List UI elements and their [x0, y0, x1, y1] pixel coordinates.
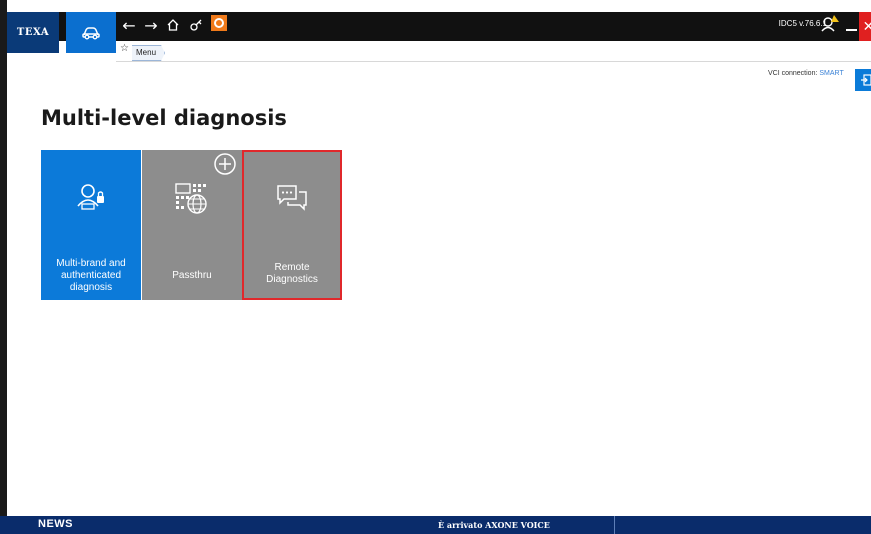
key-icon[interactable] — [187, 15, 205, 35]
vci-label: VCI connection: — [768, 70, 818, 77]
user-alert-icon[interactable] — [820, 14, 840, 34]
tile-label-line: authenticated — [60, 270, 122, 281]
tile-multi-brand-diagnosis[interactable]: Multi-brand and authenticated diagnosis — [41, 150, 141, 300]
forward-arrow-icon[interactable]: → — [142, 15, 160, 35]
app-window: TEXA ← → IDC5 v.76.6.1 ✕ ☆ Menu ↓ — [0, 0, 871, 534]
news-divider — [614, 516, 615, 534]
page-title: Multi-level diagnosis — [41, 106, 287, 130]
minimize-button[interactable] — [845, 14, 857, 34]
favorite-star-icon[interactable]: ☆ — [120, 43, 129, 54]
chat-bubbles-icon — [277, 185, 307, 211]
tile-label: Multi-brand and authenticated diagnosis — [45, 256, 137, 296]
add-circle-icon[interactable] — [213, 152, 237, 176]
news-title: NEWS — [38, 518, 73, 530]
support-icon[interactable] — [211, 15, 227, 31]
breadcrumb — [116, 41, 871, 62]
news-bar — [0, 516, 871, 534]
tile-label: Passthru — [172, 270, 212, 281]
vci-exit-icon — [861, 74, 871, 86]
tile-remote-diagnostics[interactable]: Remote Diagnostics — [242, 150, 342, 300]
user-car-lock-icon — [77, 184, 104, 210]
logo-text: TEXA — [16, 27, 50, 38]
texa-logo[interactable]: TEXA — [7, 12, 59, 53]
back-arrow-icon[interactable]: ← — [120, 15, 138, 35]
tile-label-line: diagnosis — [69, 282, 113, 293]
car-icon — [82, 26, 100, 39]
news-ticker-text[interactable]: È arrivato AXONE VOICE — [438, 520, 550, 530]
vci-value: SMART — [819, 70, 844, 77]
minimize-icon — [845, 29, 857, 31]
network-globe-icon — [175, 183, 207, 214]
vci-connect-button[interactable] — [855, 69, 871, 91]
close-button[interactable]: ✕ — [859, 12, 871, 41]
vehicle-button[interactable] — [66, 12, 116, 53]
tile-label-line: Multi-brand and — [56, 258, 126, 269]
vci-status: VCI connection: SMART — [768, 70, 844, 77]
tile-label: Remote Diagnostics — [266, 262, 318, 285]
breadcrumb-item-menu[interactable]: Menu — [132, 45, 166, 61]
home-icon[interactable] — [164, 15, 182, 35]
close-icon: ✕ — [863, 19, 871, 35]
